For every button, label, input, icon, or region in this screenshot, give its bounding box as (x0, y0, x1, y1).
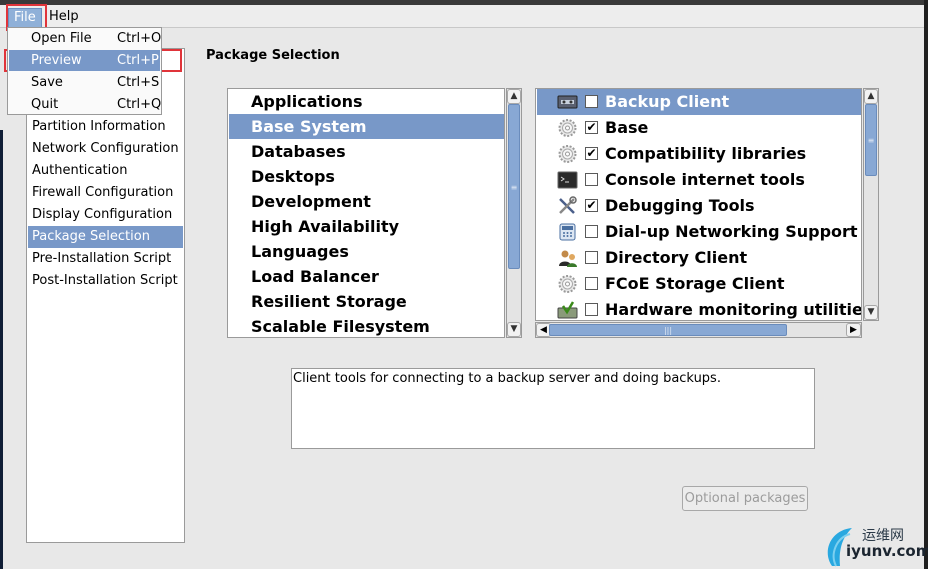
package-label: Debugging Tools (605, 196, 755, 215)
menu-item-label: Quit (31, 97, 59, 112)
tools-icon (557, 196, 578, 216)
package-label: Console internet tools (605, 170, 805, 189)
package-label: Dial-up Networking Support (605, 222, 858, 241)
scroll-up-icon[interactable]: ▲ (507, 89, 521, 104)
category-item[interactable]: High Availability (229, 214, 504, 239)
scroll-right-icon[interactable]: ▶ (846, 323, 861, 337)
category-item[interactable]: Development (229, 189, 504, 214)
category-item[interactable]: Databases (229, 139, 504, 164)
scroll-down-icon[interactable]: ▼ (864, 305, 878, 320)
category-item[interactable]: Scalable Filesystem Support (229, 314, 504, 337)
package-row[interactable]: Hardware monitoring utilities (537, 297, 862, 320)
package-checkbox[interactable]: ✔ (585, 121, 598, 134)
package-checkbox[interactable] (585, 251, 598, 264)
package-list[interactable]: Backup Client ✔ Base ✔ Compatibility librari… (535, 88, 862, 321)
category-scrollbar[interactable]: ▲ ≡ ▼ (506, 88, 522, 338)
config-nav-panel: Partition Information Network Configurati… (26, 48, 185, 543)
package-label: FCoE Storage Client (605, 274, 785, 293)
gear-icon (557, 118, 578, 138)
scroll-up-icon[interactable]: ▲ (864, 89, 878, 104)
gear-icon (557, 274, 578, 294)
menu-item-shortcut: Ctrl+Q (117, 97, 162, 112)
nav-item-authentication[interactable]: Authentication (28, 160, 183, 182)
category-item[interactable]: Base System (229, 114, 504, 139)
menu-item-shortcut: Ctrl+S (117, 75, 160, 90)
package-label: Directory Client (605, 248, 748, 267)
scroll-down-icon[interactable]: ▼ (507, 322, 521, 337)
nav-item-network-configuration[interactable]: Network Configuration (28, 138, 183, 160)
package-row[interactable]: ✔ Compatibility libraries (537, 141, 861, 167)
terminal-icon (557, 170, 578, 190)
nav-item-firewall-configuration[interactable]: Firewall Configuration (28, 182, 183, 204)
menu-item-open-file[interactable]: Open File Ctrl+O (9, 28, 162, 49)
gear-icon (557, 144, 578, 164)
package-label: Base (605, 118, 649, 137)
package-row[interactable]: Directory Client (537, 245, 861, 271)
category-item[interactable]: Desktops (229, 164, 504, 189)
menu-item-quit[interactable]: Quit Ctrl+Q (9, 94, 162, 115)
menu-item-shortcut: Ctrl+O (117, 31, 162, 46)
menu-item-preview[interactable]: Preview Ctrl+P (9, 50, 160, 71)
file-dropdown-menu: Open File Ctrl+O Preview Ctrl+P Save Ctrl+S Qu… (7, 27, 162, 115)
package-checkbox[interactable]: ✔ (585, 199, 598, 212)
tape-drive-icon (557, 92, 578, 112)
package-checkbox[interactable] (585, 225, 598, 238)
package-checkbox[interactable] (585, 173, 598, 186)
hardware-monitor-icon (557, 300, 578, 320)
package-label: Backup Client (605, 92, 730, 111)
optional-packages-button[interactable]: Optional packages (682, 486, 808, 511)
menu-item-label: Preview (31, 53, 82, 68)
package-checkbox[interactable]: ✔ (585, 147, 598, 160)
category-item[interactable]: Resilient Storage (229, 289, 504, 314)
menu-item-label: Open File (31, 31, 92, 46)
nav-item-partition-information[interactable]: Partition Information (28, 116, 183, 138)
page-title: Package Selection (206, 48, 340, 63)
directory-users-icon (557, 248, 578, 268)
category-item[interactable]: Applications (229, 89, 504, 114)
package-description: Client tools for connecting to a backup … (291, 368, 815, 449)
hscroll-thumb[interactable]: ||| (549, 324, 787, 336)
phone-icon (557, 222, 578, 242)
desktop-left-edge (0, 130, 3, 569)
category-list[interactable]: Applications Base System Databases Desktops… (227, 88, 505, 338)
watermark-url: iyunv.com (846, 542, 928, 560)
package-hscrollbar[interactable]: ◀ ||| ▶ (535, 322, 862, 338)
package-row[interactable]: ✔ Base (537, 115, 861, 141)
package-checkbox[interactable] (585, 95, 598, 108)
scroll-thumb[interactable]: ≡ (865, 104, 877, 176)
package-label: Hardware monitoring utilities (605, 300, 862, 319)
package-row[interactable]: FCoE Storage Client (537, 271, 861, 297)
window-right-edge (924, 0, 928, 569)
menu-item-shortcut: Ctrl+P (117, 53, 159, 68)
package-row[interactable]: ✔ Debugging Tools (537, 193, 861, 219)
nav-item-pre-installation-script[interactable]: Pre-Installation Script (28, 248, 183, 270)
menubar: File Help (0, 5, 924, 28)
menu-item-label: Save (31, 75, 63, 90)
nav-item-post-installation-script[interactable]: Post-Installation Script (28, 270, 183, 292)
category-item[interactable]: Languages (229, 239, 504, 264)
nav-item-package-selection[interactable]: Package Selection (28, 226, 183, 248)
nav-item-display-configuration[interactable]: Display Configuration (28, 204, 183, 226)
package-row[interactable]: Console internet tools (537, 167, 861, 193)
package-label: Compatibility libraries (605, 144, 807, 163)
package-row[interactable]: Dial-up Networking Support (537, 219, 861, 245)
package-checkbox[interactable] (585, 277, 598, 290)
help-menu[interactable]: Help (44, 8, 84, 26)
package-scrollbar[interactable]: ▲ ≡ ▼ (863, 88, 879, 321)
scroll-thumb[interactable]: ≡ (508, 104, 520, 269)
package-checkbox[interactable] (585, 303, 598, 316)
package-row[interactable]: Backup Client (537, 89, 861, 115)
file-menu[interactable]: File (8, 8, 42, 28)
category-item[interactable]: Load Balancer (229, 264, 504, 289)
menu-item-save[interactable]: Save Ctrl+S (9, 72, 160, 93)
